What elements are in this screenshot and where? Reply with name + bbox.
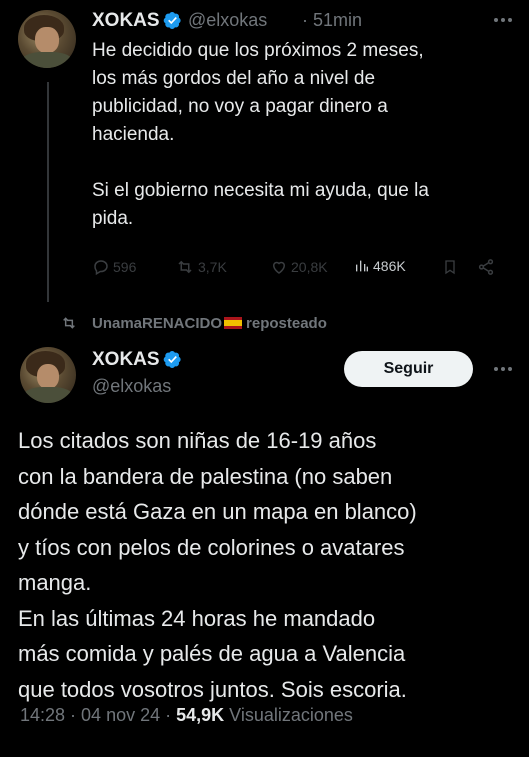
tweet-text: He decidido que los próximos 2 meses, lo… bbox=[92, 40, 429, 229]
heart-icon bbox=[272, 261, 286, 274]
repost-icon bbox=[178, 260, 192, 274]
tweet-actions: 596 3,7K 20,8K 486K bbox=[92, 258, 499, 280]
tweet-time[interactable]: · 51min bbox=[302, 10, 362, 31]
author-name[interactable]: XOKAS bbox=[92, 349, 160, 371]
thread-line bbox=[47, 82, 49, 302]
reply-button[interactable]: 596 bbox=[92, 258, 136, 276]
like-count: 20,8K bbox=[291, 259, 328, 275]
repost-label: reposteado bbox=[246, 314, 327, 332]
author-handle[interactable]: @elxokas bbox=[92, 376, 171, 397]
views-count: 486K bbox=[373, 258, 406, 274]
views-label: Visualizaciones bbox=[224, 705, 353, 725]
verified-badge-icon bbox=[163, 351, 181, 368]
reply-icon bbox=[94, 260, 108, 276]
views-count: 54,9K bbox=[176, 705, 225, 725]
author-name[interactable]: XOKAS bbox=[92, 10, 160, 32]
author-handle[interactable]: @elxokas bbox=[188, 10, 267, 31]
reposter-name[interactable]: UnamaRENACIDO bbox=[92, 315, 222, 332]
follow-button[interactable]: Seguir bbox=[344, 351, 473, 387]
bookmark-icon bbox=[445, 260, 455, 275]
verified-badge-icon bbox=[163, 12, 181, 29]
views-chart-icon bbox=[356, 260, 368, 272]
more-options-icon[interactable] bbox=[494, 367, 512, 371]
avatar[interactable] bbox=[20, 347, 76, 403]
avatar[interactable] bbox=[18, 10, 76, 68]
repost-button[interactable]: 3,7K bbox=[175, 258, 227, 276]
share-button[interactable] bbox=[477, 258, 495, 276]
share-icon bbox=[478, 259, 494, 275]
repost-icon bbox=[63, 317, 75, 329]
reply-count: 596 bbox=[113, 259, 137, 275]
repost-notice: UnamaRENACIDO reposteado bbox=[58, 313, 327, 333]
tweet-meta: 14:28 · 04 nov 24 · 54,9K Visualizacione… bbox=[20, 705, 353, 726]
tweet-text: Los citados son niñas de 16-19 años con … bbox=[18, 428, 417, 702]
more-options-icon[interactable] bbox=[494, 18, 512, 22]
repost-count: 3,7K bbox=[198, 259, 227, 275]
tweet-timestamp[interactable]: 14:28 · 04 nov 24 · bbox=[20, 705, 176, 725]
views-button[interactable]: 486K bbox=[354, 258, 406, 274]
bookmark-button[interactable] bbox=[442, 258, 458, 276]
spain-flag-icon bbox=[224, 317, 243, 329]
like-button[interactable]: 20,8K bbox=[270, 258, 328, 276]
